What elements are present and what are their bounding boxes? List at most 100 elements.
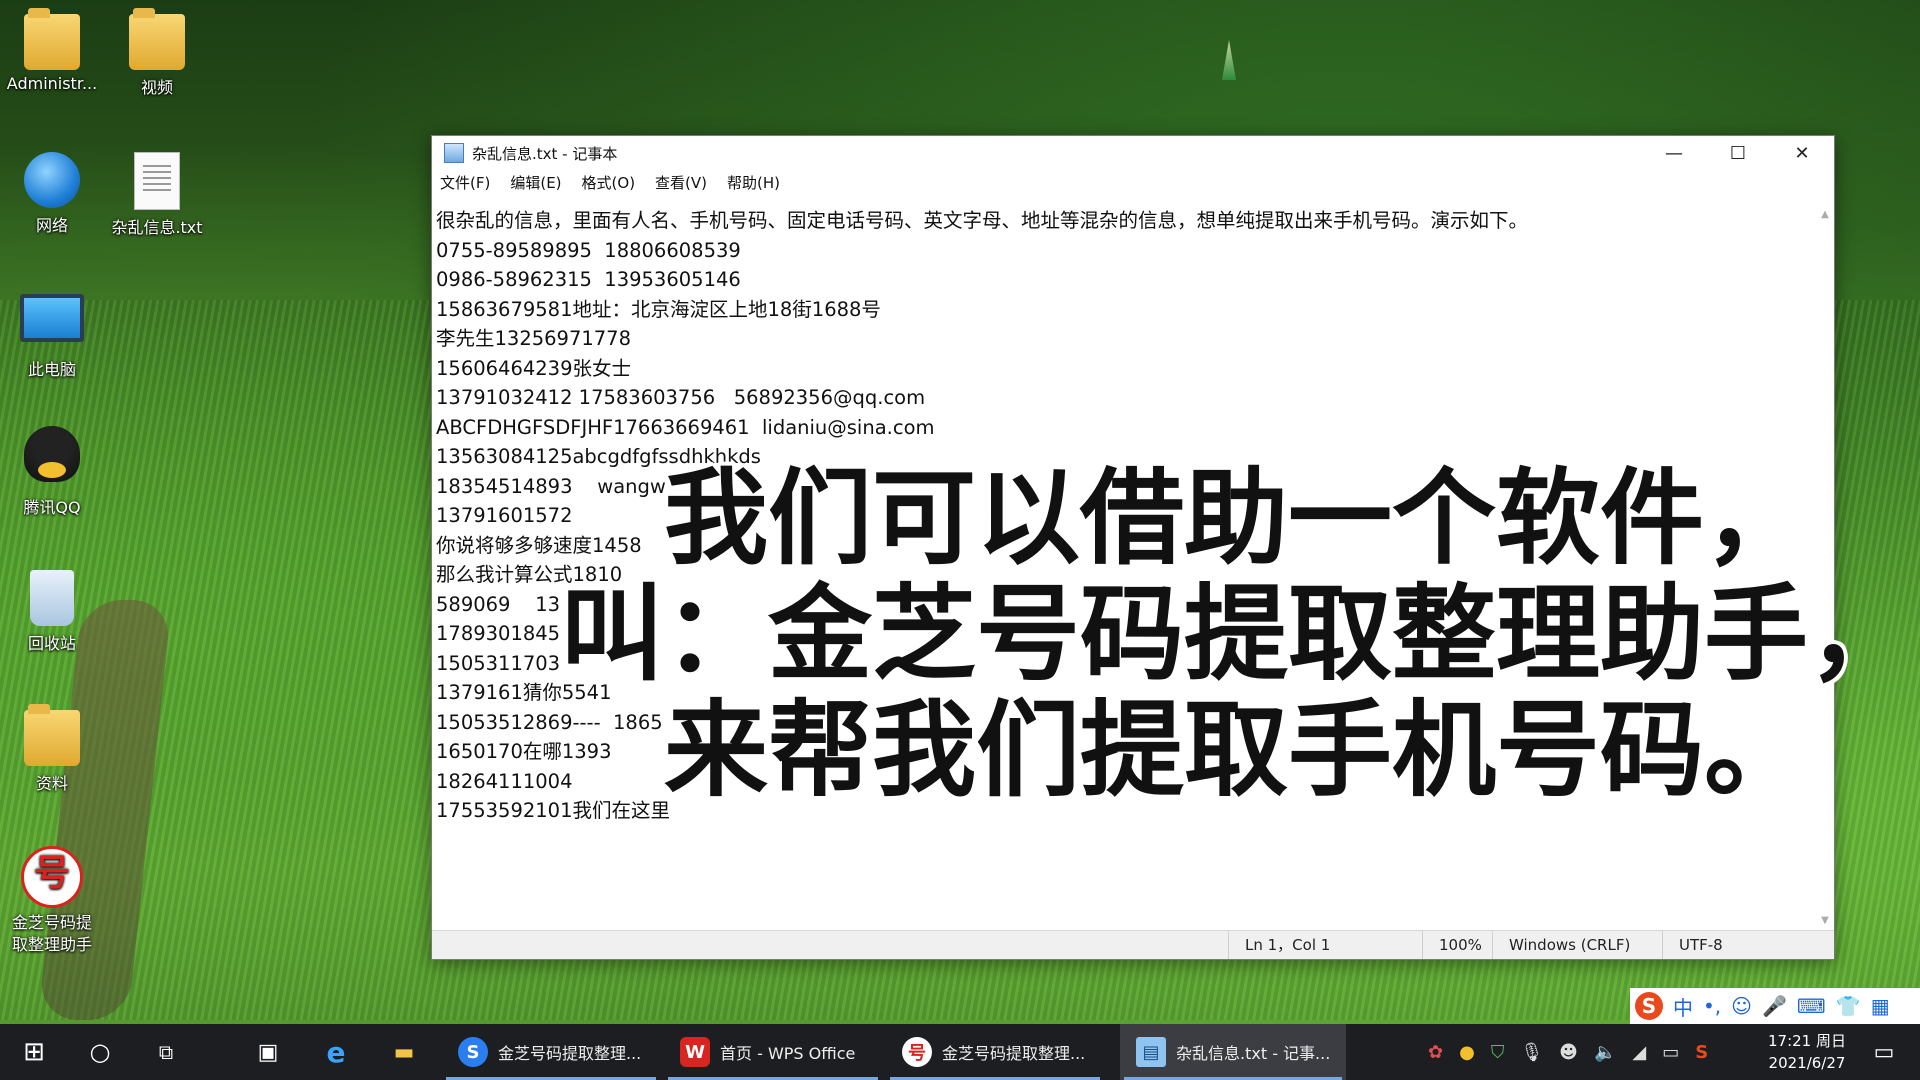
notepad-icon: ▤: [1136, 1037, 1166, 1067]
taskbar-item-jinzhi-1[interactable]: S 金芝号码提取整理...: [442, 1024, 660, 1080]
status-position: Ln 1，Col 1: [1228, 931, 1415, 959]
desktop-icon-label: 资料: [35, 774, 68, 793]
desktop-icon-label: 网络: [35, 216, 68, 235]
caption-line-3: 来帮我们提取手机号码。: [664, 689, 1809, 811]
menu-file[interactable]: 文件(F): [440, 172, 490, 193]
file-explorer-icon[interactable]: ▬: [378, 1024, 430, 1080]
desktop-icon-network[interactable]: 网络: [2, 152, 102, 236]
desktop-icon-recycle-bin[interactable]: 回收站: [2, 570, 102, 654]
desktop-icon-label: 金芝号码提 取整理助手: [11, 913, 92, 954]
wps-icon: W: [680, 1037, 710, 1067]
wifi-icon[interactable]: ◢: [1632, 1042, 1646, 1063]
caption-line-2: 叫：金芝号码提取整理助手，: [560, 573, 1913, 695]
wallpaper-tree: [1222, 40, 1236, 80]
user-folder-icon: [24, 8, 80, 70]
desktop-icon-label: 此电脑: [27, 360, 76, 379]
minimize-button[interactable]: —: [1642, 136, 1706, 170]
control-panel-icon[interactable]: ▣: [242, 1024, 294, 1080]
task-label: 杂乱信息.txt - 记事...: [1176, 1044, 1331, 1063]
qq-icon: [24, 426, 80, 482]
status-zoom: 100%: [1422, 931, 1489, 959]
text-line: 李先生13256971778: [436, 327, 631, 350]
qq-tray-icon[interactable]: ☻: [1559, 1042, 1578, 1063]
skin-icon[interactable]: 👕: [1836, 994, 1861, 1018]
network-icon: [24, 152, 80, 208]
task-label: 金芝号码提取整理...: [498, 1044, 642, 1063]
window-title: 杂乱信息.txt - 记事本: [472, 144, 618, 163]
system-tray: ✿ ● ⛉ 🎙 ☻ 🔈 ◢ ▭ S: [1420, 1024, 1716, 1080]
battery-icon[interactable]: ▭: [1662, 1042, 1679, 1063]
desktop-icon-text-file[interactable]: 杂乱信息.txt: [107, 152, 207, 238]
maximize-button[interactable]: ☐: [1706, 136, 1770, 170]
notification-icon[interactable]: ▭: [1858, 1024, 1910, 1080]
desktop-icon-qq[interactable]: 腾讯QQ: [2, 426, 102, 518]
notepad-icon: [444, 143, 464, 163]
ime-mode[interactable]: 中: [1673, 992, 1693, 1021]
folder-icon: [24, 704, 80, 766]
desktop-icon-folder-data[interactable]: 资料: [2, 704, 102, 794]
desktop-icon-this-pc[interactable]: 此电脑: [2, 294, 102, 380]
text-line: 0986-58962315 13953605146: [436, 268, 741, 291]
desktop-icon-administrator[interactable]: Administr...: [2, 8, 102, 93]
computer-icon: [20, 294, 84, 342]
shield-icon[interactable]: ⛉: [1491, 1042, 1505, 1063]
tray-app-icon[interactable]: ✿: [1428, 1042, 1443, 1063]
start-button[interactable]: ⊞: [8, 1024, 60, 1080]
desktop-icon-label: Administr...: [6, 74, 98, 93]
menu-help[interactable]: 帮助(H): [727, 172, 780, 193]
caption-line-1: 我们可以借助一个软件，: [664, 457, 1809, 579]
menu-view[interactable]: 查看(V): [655, 172, 707, 193]
text-line: 15863679581地址：北京海淀区上地18街1688号: [436, 297, 881, 321]
ie-browser-icon[interactable]: e: [310, 1024, 362, 1080]
status-line-ending: Windows (CRLF): [1492, 931, 1639, 959]
task-label: 首页 - WPS Office: [720, 1044, 856, 1063]
search-icon[interactable]: ○: [74, 1024, 126, 1080]
recycle-bin-icon: [30, 570, 74, 626]
status-bar: Ln 1，Col 1 100% Windows (CRLF) UTF-8: [432, 930, 1834, 959]
menu-format[interactable]: 格式(O): [582, 172, 636, 193]
taskbar-item-notepad[interactable]: ▤ 杂乱信息.txt - 记事...: [1120, 1024, 1346, 1080]
video-caption: 我们可以借助一个软件， 叫：金芝号码提取整理助手， 来帮我们提取手机号码。: [560, 457, 1920, 811]
sogou-tray-icon[interactable]: S: [1695, 1042, 1708, 1063]
text-line: 很杂乱的信息，里面有人名、手机号码、固定电话号码、英文字母、地址等混杂的信息，想…: [436, 209, 1529, 232]
text-line: 15606464239张女士: [436, 356, 631, 380]
taskbar-item-wps[interactable]: W 首页 - WPS Office: [664, 1024, 882, 1080]
text-line: ABCFDHGFSDFJHF17663669461 lidaniu@sina.c…: [436, 415, 935, 439]
desktop-icon-label: 视频: [140, 78, 173, 97]
sogou-icon[interactable]: S: [1635, 992, 1663, 1020]
tray-security-icon[interactable]: ●: [1459, 1042, 1475, 1063]
toolbox-icon[interactable]: ▦: [1871, 994, 1890, 1018]
task-label: 金芝号码提取整理...: [942, 1044, 1086, 1063]
text-line: 13791032412 17583603756 56892356@qq.com: [436, 386, 926, 409]
scroll-up-icon[interactable]: ▲: [1816, 206, 1834, 224]
status-encoding: UTF-8: [1662, 931, 1779, 959]
text-line: 0755-89589895 18806608539: [436, 238, 741, 262]
microphone-icon[interactable]: 🎤: [1762, 994, 1787, 1018]
close-button[interactable]: ✕: [1770, 136, 1834, 170]
menu-bar: 文件(F) 编辑(E) 格式(O) 查看(V) 帮助(H): [432, 170, 1834, 194]
text-file-icon: [134, 152, 180, 210]
taskbar: ⊞ ○ ⧉ ▣ e ▬ S 金芝号码提取整理... W 首页 - WPS Off…: [0, 1024, 1920, 1080]
jinzhi-app-icon: 号: [902, 1037, 932, 1067]
desktop-icon-label: 腾讯QQ: [23, 498, 81, 517]
title-bar[interactable]: 杂乱信息.txt - 记事本 — ☐ ✕: [432, 136, 1834, 170]
taskbar-clock[interactable]: 17:21 周日 2021/6/27: [1768, 1030, 1846, 1074]
ime-toolbar[interactable]: S 中 •, ☺ 🎤 ⌨ 👕 ▦: [1630, 988, 1920, 1024]
scroll-down-icon[interactable]: ▼: [1816, 912, 1834, 930]
video-folder-icon: [129, 8, 185, 70]
emoji-icon[interactable]: ☺: [1731, 994, 1752, 1018]
desktop-icon-label: 回收站: [27, 634, 76, 653]
keyboard-icon[interactable]: ⌨: [1797, 994, 1826, 1018]
microphone-icon[interactable]: 🎙: [1520, 1042, 1543, 1063]
taskbar-item-jinzhi-2[interactable]: 号 金芝号码提取整理...: [886, 1024, 1104, 1080]
desktop-icon-jinzhi-app[interactable]: 号 金芝号码提 取整理助手: [2, 846, 102, 956]
clock-date: 2021/6/27: [1768, 1054, 1846, 1072]
jinzhi-app-icon: 号: [21, 846, 83, 908]
clock-time: 17:21 周日: [1768, 1032, 1846, 1050]
ime-punct-icon[interactable]: •,: [1703, 994, 1721, 1018]
volume-icon[interactable]: 🔈: [1594, 1042, 1616, 1063]
desktop-icon-video[interactable]: 视频: [107, 8, 207, 98]
menu-edit[interactable]: 编辑(E): [510, 172, 561, 193]
task-view-icon[interactable]: ⧉: [140, 1024, 192, 1080]
desktop-icon-label: 杂乱信息.txt: [111, 218, 203, 237]
